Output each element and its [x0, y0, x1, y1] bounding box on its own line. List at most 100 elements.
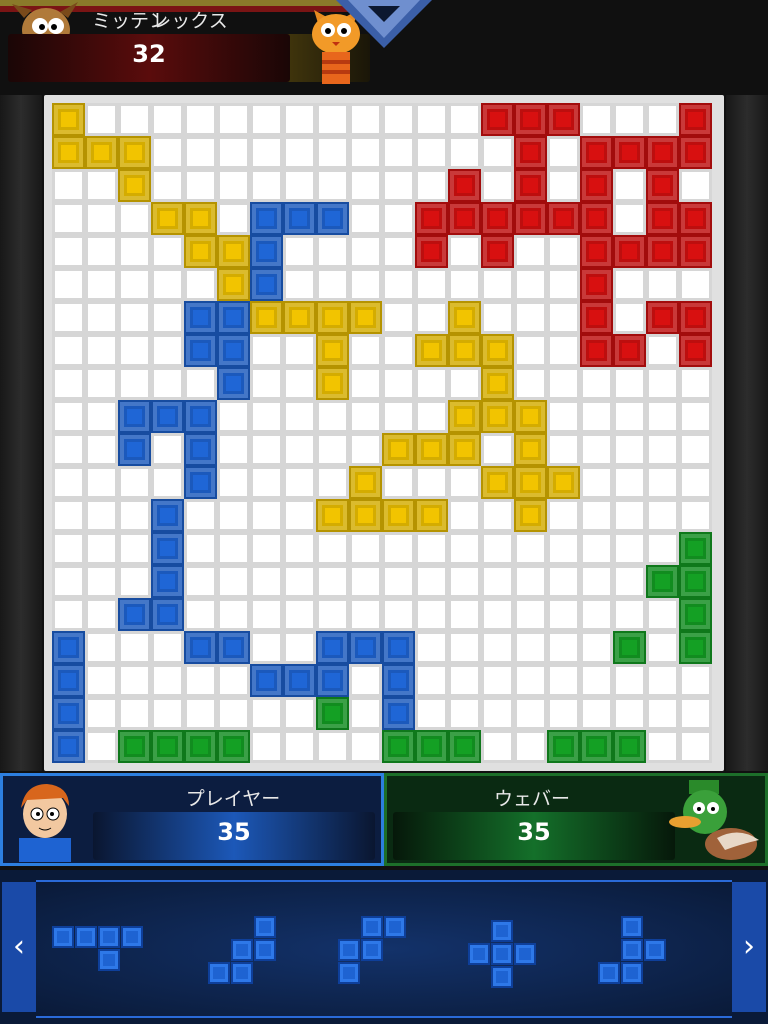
board-cell[interactable] [646, 598, 679, 631]
board-cell[interactable] [415, 136, 448, 169]
board-cell[interactable] [52, 466, 85, 499]
board-cell[interactable] [514, 334, 547, 367]
board-cell[interactable] [85, 400, 118, 433]
board-cell[interactable] [250, 466, 283, 499]
board-cell[interactable] [250, 598, 283, 631]
board-cell[interactable] [250, 136, 283, 169]
board-cell[interactable] [283, 697, 316, 730]
board-cell[interactable] [250, 367, 283, 400]
board-cell[interactable] [316, 136, 349, 169]
board-cell[interactable] [547, 631, 580, 664]
board-cell[interactable] [184, 532, 217, 565]
board-cell[interactable] [217, 202, 250, 235]
board-cell[interactable] [514, 730, 547, 763]
board-cell[interactable] [580, 103, 613, 136]
board-cell[interactable] [415, 631, 448, 664]
board-cell[interactable] [283, 466, 316, 499]
board-cell[interactable] [52, 367, 85, 400]
board-cell[interactable] [679, 499, 712, 532]
board-cell[interactable] [349, 598, 382, 631]
board-cell[interactable] [217, 664, 250, 697]
board-cell[interactable] [613, 565, 646, 598]
board-cell[interactable] [613, 268, 646, 301]
board-cell[interactable] [448, 631, 481, 664]
board-cell[interactable] [118, 664, 151, 697]
board-cell[interactable] [415, 532, 448, 565]
board-cell[interactable] [118, 268, 151, 301]
board-cell[interactable] [613, 664, 646, 697]
board-cell[interactable] [316, 565, 349, 598]
board-cell[interactable] [415, 664, 448, 697]
board-cell[interactable] [283, 730, 316, 763]
board-cell[interactable] [85, 334, 118, 367]
board-cell[interactable] [547, 499, 580, 532]
board-cell[interactable] [679, 730, 712, 763]
board-cell[interactable] [349, 136, 382, 169]
board-cell[interactable] [679, 664, 712, 697]
board-cell[interactable] [85, 103, 118, 136]
board-cell[interactable] [151, 301, 184, 334]
prev-page-button[interactable]: ‹ [2, 882, 36, 1012]
board-cell[interactable] [118, 466, 151, 499]
board-cell[interactable] [679, 433, 712, 466]
board-cell[interactable] [448, 664, 481, 697]
board-cell[interactable] [283, 367, 316, 400]
board-cell[interactable] [316, 169, 349, 202]
board-cell[interactable] [547, 235, 580, 268]
board-cell[interactable] [85, 532, 118, 565]
board-cell[interactable] [250, 169, 283, 202]
board-cell[interactable] [481, 532, 514, 565]
board-cell[interactable] [547, 400, 580, 433]
board-cell[interactable] [349, 169, 382, 202]
board-cell[interactable] [481, 301, 514, 334]
board-cell[interactable] [283, 433, 316, 466]
board-cell[interactable] [646, 103, 679, 136]
board-cell[interactable] [415, 301, 448, 334]
board-cell[interactable] [514, 664, 547, 697]
board-cell[interactable] [349, 730, 382, 763]
board-cell[interactable] [349, 664, 382, 697]
board-cell[interactable] [118, 235, 151, 268]
board-cell[interactable] [613, 400, 646, 433]
board-cell[interactable] [514, 367, 547, 400]
board-cell[interactable] [349, 532, 382, 565]
board-cell[interactable] [415, 169, 448, 202]
board-cell[interactable] [151, 136, 184, 169]
board-cell[interactable] [448, 103, 481, 136]
board-cell[interactable] [679, 466, 712, 499]
board-cell[interactable] [547, 697, 580, 730]
board-cell[interactable] [415, 565, 448, 598]
next-page-button[interactable]: › [732, 882, 766, 1012]
board-cell[interactable] [646, 466, 679, 499]
board-cell[interactable] [481, 499, 514, 532]
board-cell[interactable] [646, 697, 679, 730]
board-cell[interactable] [151, 268, 184, 301]
board-cell[interactable] [514, 532, 547, 565]
board-cell[interactable] [382, 169, 415, 202]
board-cell[interactable] [250, 565, 283, 598]
board-cell[interactable] [415, 268, 448, 301]
board-cell[interactable] [217, 400, 250, 433]
board-cell[interactable] [184, 367, 217, 400]
board-cell[interactable] [481, 268, 514, 301]
board-cell[interactable] [547, 301, 580, 334]
board-cell[interactable] [613, 499, 646, 532]
board-cell[interactable] [151, 697, 184, 730]
board-cell[interactable] [448, 136, 481, 169]
board-cell[interactable] [85, 367, 118, 400]
board-cell[interactable] [316, 730, 349, 763]
board-cell[interactable] [481, 631, 514, 664]
board-cell[interactable] [415, 367, 448, 400]
board-cell[interactable] [580, 664, 613, 697]
board-cell[interactable] [349, 334, 382, 367]
board-cell[interactable] [448, 466, 481, 499]
board-cell[interactable] [316, 268, 349, 301]
board-cell[interactable] [85, 268, 118, 301]
board-cell[interactable] [382, 598, 415, 631]
board-cell[interactable] [85, 169, 118, 202]
board-cell[interactable] [382, 532, 415, 565]
board-cell[interactable] [415, 697, 448, 730]
board-cell[interactable] [514, 268, 547, 301]
board-cell[interactable] [85, 697, 118, 730]
board-cell[interactable] [679, 268, 712, 301]
